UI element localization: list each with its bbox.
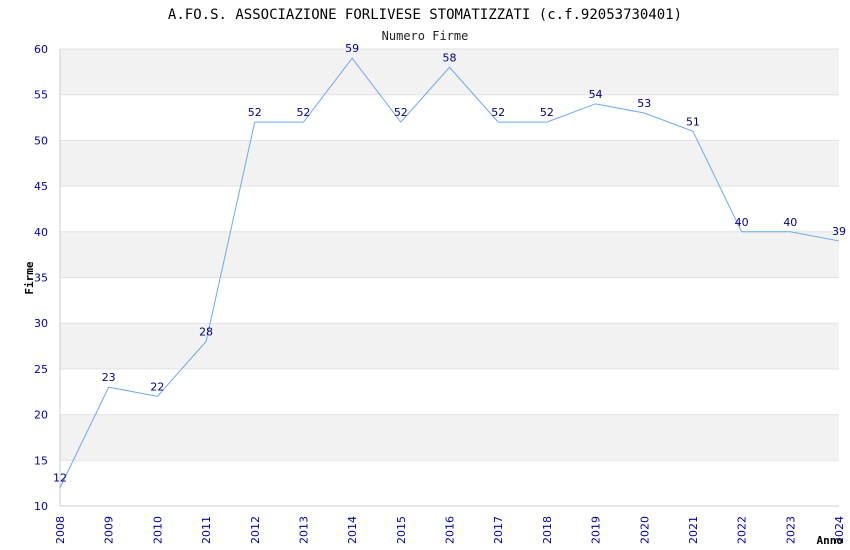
data-label: 58: [443, 51, 457, 64]
data-label: 53: [637, 97, 651, 110]
y-tick-label: 35: [34, 272, 48, 285]
grid-band: [60, 414, 839, 461]
x-tick-label: 2020: [638, 516, 651, 544]
data-label: 40: [735, 216, 749, 229]
data-label: 54: [589, 88, 603, 101]
x-axis-title: Anno: [817, 534, 844, 547]
data-label: 51: [686, 115, 700, 128]
chart-title: A.FO.S. ASSOCIAZIONE FORLIVESE STOMATIZZ…: [168, 7, 682, 23]
grid-band: [60, 231, 839, 278]
x-tick-label: 2008: [54, 516, 67, 544]
grid-band: [60, 140, 839, 187]
data-label: 22: [150, 380, 164, 393]
x-tick-label: 2009: [103, 516, 116, 544]
y-tick-label: 10: [34, 500, 48, 513]
grid-band: [60, 323, 839, 369]
x-tick-label: 2012: [249, 516, 262, 544]
line-chart: A.FO.S. ASSOCIAZIONE FORLIVESE STOMATIZZ…: [23, 7, 846, 547]
grid-bands: [60, 49, 839, 461]
data-label: 52: [394, 106, 408, 119]
y-tick-label: 50: [34, 134, 48, 147]
x-tick-label: 2014: [346, 516, 359, 544]
x-tick-label: 2011: [200, 516, 213, 544]
x-tick-label: 2018: [541, 516, 554, 544]
x-tick-label: 2021: [687, 516, 700, 544]
chart-subtitle: Numero Firme: [382, 29, 469, 43]
y-tick-label: 25: [34, 363, 48, 376]
y-tick-label: 60: [34, 43, 48, 56]
y-tick-labels: 10 15 20 25 30 35 40 45 50 55 60: [34, 43, 48, 513]
data-label: 52: [248, 106, 262, 119]
x-tick-label: 2019: [590, 516, 603, 544]
y-tick-label: 45: [34, 180, 48, 193]
x-tick-label: 2015: [395, 516, 408, 544]
y-tick-label: 55: [34, 89, 48, 102]
x-tick-label: 2017: [492, 516, 505, 544]
x-tick-label: 2010: [151, 516, 164, 544]
x-tick-label: 2016: [444, 516, 457, 544]
data-label: 39: [832, 225, 846, 238]
y-tick-label: 30: [34, 317, 48, 330]
x-tick-label: 2022: [736, 516, 749, 544]
data-label: 52: [491, 106, 505, 119]
y-tick-label: 15: [34, 454, 48, 467]
data-label: 52: [296, 106, 310, 119]
data-label: 59: [345, 42, 359, 55]
x-tick-label: 2013: [297, 516, 310, 544]
y-axis-title: Firme: [23, 261, 36, 294]
y-tick-label: 40: [34, 226, 48, 239]
x-tick-labels: 2008 2009 2010 2011 2012 2013 2014 2015 2016 2017…: [54, 516, 846, 544]
data-label: 52: [540, 106, 554, 119]
data-label: 12: [53, 472, 67, 485]
data-label: 23: [102, 371, 116, 384]
x-tick-label: 2023: [784, 516, 797, 544]
y-tick-label: 20: [34, 409, 48, 422]
data-label: 28: [199, 325, 213, 338]
data-label: 40: [783, 216, 797, 229]
